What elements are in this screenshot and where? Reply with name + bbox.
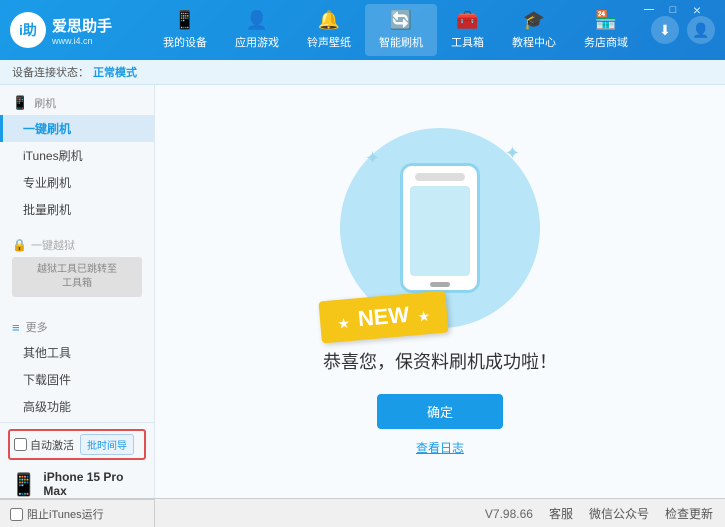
nav-apps-games[interactable]: 👤 应用游戏 (221, 4, 293, 56)
sidebar-item-other-tools[interactable]: 其他工具 (0, 339, 154, 366)
logo-text-block: 爱思助手 www.i4.cn (52, 15, 112, 46)
import-order-button[interactable]: 批时间导 (80, 434, 134, 455)
sub-header: 设备连接状态： 正常模式 (0, 60, 725, 85)
sub-header-status: 正常模式 (93, 64, 137, 80)
phone-illustration: ✦ ✦ NEW (340, 128, 540, 328)
sparkle-left: ✦ (365, 148, 380, 169)
auto-activate-checkbox[interactable]: 自动激活 (14, 437, 74, 453)
jailbreak-header: 🔒 一键越狱 (12, 237, 142, 253)
flash-section: 📱 刷机 一键刷机 iTunes刷机 专业刷机 批量刷机 (0, 89, 154, 225)
more-group-label: 更多 (26, 319, 48, 335)
smart-flash-icon: 🔄 (390, 10, 412, 31)
logo-area: i助 爱思助手 www.i4.cn (10, 12, 140, 48)
sidebar-item-itunes-flash[interactable]: iTunes刷机 (0, 142, 154, 169)
advanced-label: 高级功能 (23, 400, 71, 414)
main-content: ✦ ✦ NEW 恭喜您，保资料刷机成功啦！ (155, 85, 725, 498)
user-button[interactable]: 👤 (687, 16, 715, 44)
nav-toolbox-label: 工具箱 (451, 34, 484, 50)
nav-tutorials-label: 教程中心 (512, 34, 556, 50)
device-phone-icon: 📱 (10, 472, 37, 498)
nav-apps-games-label: 应用游戏 (235, 34, 279, 50)
other-tools-label: 其他工具 (23, 346, 71, 360)
disabled-jailbreak-section: 🔒 一键越狱 越狱工具已跳转至工具箱 (0, 233, 154, 305)
nav-service[interactable]: 🏪 务店商域 (570, 4, 642, 56)
auto-activate-label: 自动激活 (30, 437, 74, 453)
flash-group-icon: 📱 (12, 95, 28, 111)
header-right: ⬇ 👤 (651, 16, 715, 44)
close-button[interactable]: × (685, 0, 709, 20)
tutorials-icon: 🎓 (523, 10, 545, 31)
sparkle-right: ✦ (505, 143, 520, 164)
check-update-link[interactable]: 检查更新 (665, 505, 713, 522)
one-key-flash-label: 一键刷机 (23, 122, 71, 136)
wechat-link[interactable]: 微信公众号 (589, 505, 649, 522)
footer-right: V7.98.66 客服 微信公众号 检查更新 (155, 505, 725, 522)
nav-my-device[interactable]: 📱 我的设备 (149, 4, 221, 56)
phone-shape (400, 163, 480, 293)
minimize-button[interactable]: － (637, 0, 661, 20)
phone-circle-bg: ✦ ✦ NEW (340, 128, 540, 328)
apps-games-icon: 👤 (246, 10, 268, 31)
itunes-checkbox[interactable] (10, 508, 23, 521)
sidebar: 📱 刷机 一键刷机 iTunes刷机 专业刷机 批量刷机 (0, 85, 155, 498)
more-section: ≡ 更多 其他工具 下载固件 高级功能 (0, 313, 154, 422)
itunes-bar: 阻止iTunes运行 (0, 499, 155, 527)
auto-activate-row: 自动激活 批时间导 (8, 429, 146, 460)
device-name: iPhone 15 Pro Max (43, 470, 144, 498)
maximize-button[interactable]: □ (661, 0, 685, 20)
phone-home-button (430, 282, 450, 287)
view-log-button[interactable]: 查看日志 (416, 439, 464, 456)
nav-smart-flash[interactable]: 🔄 智能刷机 (365, 4, 437, 56)
confirm-button[interactable]: 确定 (377, 394, 503, 429)
jailbreak-label: 一键越狱 (31, 237, 75, 253)
my-device-icon: 📱 (174, 10, 196, 31)
pro-flash-label: 专业刷机 (23, 176, 71, 190)
nav-ringtone-label: 铃声壁纸 (307, 34, 351, 50)
sidebar-item-download-firmware[interactable]: 下载固件 (0, 366, 154, 393)
auto-activate-input[interactable] (14, 438, 27, 451)
toolbox-icon: 🧰 (456, 10, 478, 31)
success-title: 恭喜您，保资料刷机成功啦！ (323, 348, 557, 374)
sidebar-item-one-key-flash[interactable]: 一键刷机 (0, 115, 154, 142)
sidebar-item-pro-flash[interactable]: 专业刷机 (0, 169, 154, 196)
batch-flash-label: 批量刷机 (23, 203, 71, 217)
nav-ringtone[interactable]: 🔔 铃声壁纸 (293, 4, 365, 56)
new-banner: NEW (318, 290, 448, 343)
more-group-icon: ≡ (12, 320, 20, 335)
logo-sub-text: www.i4.cn (52, 36, 112, 46)
nav-toolbox[interactable]: 🧰 工具箱 (437, 4, 498, 56)
main-nav: 📱 我的设备 👤 应用游戏 🔔 铃声壁纸 🔄 智能刷机 🧰 工具箱 🎓 (140, 4, 651, 56)
phone-screen (410, 186, 470, 276)
download-firmware-label: 下载固件 (23, 373, 71, 387)
nav-tutorials[interactable]: 🎓 教程中心 (498, 4, 570, 56)
service-icon: 🏪 (595, 10, 617, 31)
itunes-label: 阻止iTunes运行 (27, 506, 104, 522)
version-label: V7.98.66 (485, 507, 533, 521)
logo-main-text: 爱思助手 (52, 15, 112, 36)
jailbreak-notice: 越狱工具已跳转至工具箱 (12, 257, 142, 297)
itunes-flash-label: iTunes刷机 (23, 149, 83, 163)
sidebar-item-advanced[interactable]: 高级功能 (0, 393, 154, 420)
logo-icon: i助 (10, 12, 46, 48)
flash-group-label: 刷机 (34, 95, 56, 111)
customer-service-link[interactable]: 客服 (549, 505, 573, 522)
download-button[interactable]: ⬇ (651, 16, 679, 44)
more-group-header: ≡ 更多 (0, 315, 154, 339)
sidebar-item-batch-flash[interactable]: 批量刷机 (0, 196, 154, 223)
ringtone-icon: 🔔 (318, 10, 340, 31)
sub-header-label: 设备连接状态： (12, 64, 89, 80)
nav-smart-flash-label: 智能刷机 (379, 34, 423, 50)
flash-group-header: 📱 刷机 (0, 91, 154, 115)
nav-service-label: 务店商域 (584, 34, 628, 50)
nav-my-device-label: 我的设备 (163, 34, 207, 50)
